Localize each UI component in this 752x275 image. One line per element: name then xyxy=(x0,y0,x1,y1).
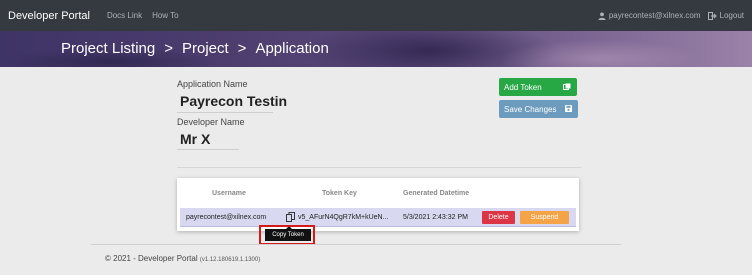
nav-docs-link[interactable]: Docs Link xyxy=(107,11,142,20)
save-icon xyxy=(565,105,572,112)
divider xyxy=(177,167,581,168)
column-header-username: Username xyxy=(212,190,246,197)
footer-version: (v1.12.180619.1.1300) xyxy=(199,257,261,263)
logout-link[interactable]: Logout xyxy=(707,11,744,20)
logout-label: Logout xyxy=(719,11,744,20)
user-email: payrecontest@xilnex.com xyxy=(608,11,701,20)
user-menu[interactable]: payrecontest@xilnex.com xyxy=(598,11,701,20)
add-token-icon xyxy=(563,83,571,90)
footer-copyright: © 2021 - Developer Portal xyxy=(105,254,198,263)
developer-name-underline xyxy=(177,149,239,150)
application-name-underline xyxy=(177,112,273,113)
breadcrumb-separator: > xyxy=(164,40,173,57)
breadcrumb-separator: > xyxy=(237,40,247,57)
row-username: payrecontest@xilnex.com xyxy=(186,214,267,221)
user-icon xyxy=(598,12,606,20)
breadcrumb: Project Listing > Project > Application xyxy=(61,40,329,57)
highlight-box xyxy=(259,225,315,245)
nav-right: payrecontest@xilnex.com Logout xyxy=(598,0,744,31)
copy-icon[interactable] xyxy=(286,212,295,222)
application-name-label: Application Name xyxy=(177,79,248,89)
add-token-label: Add Token xyxy=(504,82,542,92)
row-token-key: v5_AFurN4QgR7kM+kUeN... xyxy=(298,214,389,221)
footer: © 2021 - Developer Portal (v1.12.180619.… xyxy=(105,254,260,263)
column-header-generated-datetime: Generated Datetime xyxy=(403,190,470,197)
breadcrumb-project-listing[interactable]: Project Listing xyxy=(61,40,155,57)
token-table: Username Token Key Generated Datetime pa… xyxy=(177,178,579,231)
breadcrumb-project[interactable]: Project xyxy=(182,40,229,57)
nav-how-to-link[interactable]: How To xyxy=(152,11,179,20)
suspend-button[interactable]: Suspend xyxy=(520,211,569,224)
developer-name-field[interactable]: Mr X xyxy=(180,131,210,147)
footer-divider xyxy=(91,244,621,245)
table-row: payrecontest@xilnex.com v5_AFurN4QgR7kM+… xyxy=(180,208,576,227)
top-navbar: Developer Portal Docs Link How To payrec… xyxy=(0,0,752,31)
add-token-button[interactable]: Add Token xyxy=(499,78,577,96)
column-header-token-key: Token Key xyxy=(322,190,357,197)
save-changes-button[interactable]: Save Changes xyxy=(499,100,578,118)
save-changes-label: Save Changes xyxy=(504,104,557,114)
logout-icon xyxy=(707,11,717,20)
row-generated-datetime: 5/3/2021 2:43:32 PM xyxy=(403,214,468,221)
developer-name-label: Developer Name xyxy=(177,117,245,127)
delete-button[interactable]: Delete xyxy=(482,211,515,224)
brand-link[interactable]: Developer Portal xyxy=(8,10,90,22)
breadcrumb-application: Application xyxy=(255,40,329,57)
application-name-field[interactable]: Payrecon Testin xyxy=(180,93,287,109)
